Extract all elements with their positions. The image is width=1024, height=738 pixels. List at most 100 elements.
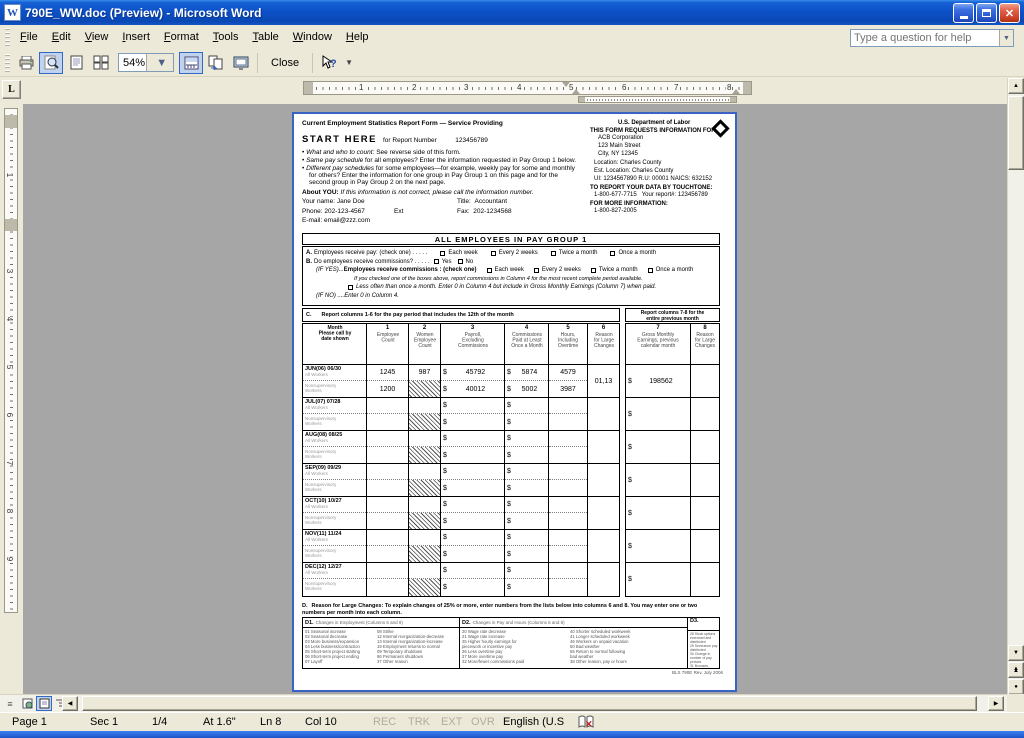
women-count-all: [409, 464, 440, 480]
document-page[interactable]: Current Employment Statistics Report For…: [292, 112, 737, 692]
help-search-box[interactable]: ▼: [850, 29, 1014, 47]
minimize-button[interactable]: [953, 3, 974, 23]
checkbox: [487, 268, 492, 273]
hours-all: [549, 398, 587, 414]
first-line-indent-marker[interactable]: [562, 82, 570, 87]
status-ovr[interactable]: OVR: [471, 716, 495, 728]
menu-item[interactable]: Tools: [206, 28, 246, 46]
multiple-pages-button[interactable]: [89, 52, 113, 74]
menu-item[interactable]: Edit: [45, 28, 78, 46]
status-ext[interactable]: EXT: [441, 716, 462, 728]
table-month-row: JUL(07) 07/28All Workers Nonsupervisory …: [303, 398, 619, 431]
scroll-left-button[interactable]: ◀: [62, 696, 78, 711]
checkbox: [551, 251, 556, 256]
vertical-scrollbar[interactable]: ▲ ▼ ▲▲ ● ▼▼: [1007, 78, 1024, 712]
month-label: JUL(07) 07/28: [303, 398, 366, 405]
menu-item[interactable]: Insert: [115, 28, 157, 46]
context-help-button[interactable]: ?: [317, 52, 341, 74]
report-number: 123456789: [455, 137, 488, 144]
web-layout-view-button[interactable]: [19, 696, 35, 711]
document-workspace: 1 3 4 5 6 7 8 9 Current Employment Stati…: [0, 104, 1007, 694]
women-count-all: [409, 530, 440, 546]
scroll-right-button[interactable]: ▶: [988, 696, 1004, 711]
table-column-ruler[interactable]: [578, 96, 737, 103]
shrink-to-fit-button[interactable]: [204, 52, 228, 74]
print-button[interactable]: [14, 52, 38, 74]
vertical-scroll-thumb[interactable]: [1008, 96, 1024, 170]
c-left-header: C.Report columns 1-6 for the pay period …: [302, 308, 620, 322]
select-browse-object-button[interactable]: ●: [1008, 679, 1024, 695]
tab-stop-selector[interactable]: L: [2, 80, 21, 99]
women-count-all: [409, 497, 440, 513]
status-section: Sec 1: [90, 716, 118, 728]
scrollbar-corner: [1007, 694, 1024, 712]
view-ruler-button[interactable]: [179, 52, 203, 74]
menu-item[interactable]: Window: [286, 28, 339, 46]
menu-item[interactable]: Help: [339, 28, 376, 46]
status-trk[interactable]: TRK: [408, 716, 430, 728]
full-screen-icon: [233, 56, 249, 70]
chevron-down-icon[interactable]: ▼: [999, 30, 1013, 46]
month-label: NOV(11) 11/24: [303, 530, 366, 537]
menu-item[interactable]: File: [13, 28, 45, 46]
section-d: D.Reason for Large Changes: To explain c…: [302, 603, 720, 669]
menu-item[interactable]: Format: [157, 28, 206, 46]
scroll-down-button[interactable]: ▼: [1008, 645, 1024, 661]
spellcheck-book-icon[interactable]: ✕: [578, 715, 594, 729]
previous-page-button[interactable]: ▲▲: [1008, 662, 1024, 678]
reason-code: [588, 497, 619, 530]
title-value: Accountant: [474, 198, 507, 205]
toolbar-separator: [312, 53, 313, 73]
hanging-indent-marker[interactable]: [572, 89, 580, 94]
table-month-row-right: $: [626, 563, 719, 596]
close-window-button[interactable]: ✕: [999, 3, 1020, 23]
one-page-button[interactable]: [64, 52, 88, 74]
full-screen-button[interactable]: [229, 52, 253, 74]
horizontal-scrollbar[interactable]: ≡ ◀ ▶: [0, 694, 1007, 712]
table-month-row-right: $: [626, 398, 719, 431]
horizontal-scroll-thumb[interactable]: [82, 696, 977, 711]
scroll-up-button[interactable]: ▲: [1008, 78, 1024, 94]
checkbox: [434, 259, 439, 264]
phone-row: Phone: 202-123-4567 Ext Fax: 202-1234568: [302, 208, 580, 215]
title-bar[interactable]: W 790E_WW.doc (Preview) - Microsoft Word…: [0, 0, 1024, 25]
zoom-select[interactable]: 54% ▼: [118, 53, 174, 72]
chevron-down-icon[interactable]: ▼: [146, 54, 174, 71]
employee-count-ns: 1200: [367, 381, 408, 397]
hatched-cell: [409, 546, 440, 562]
vertical-ruler[interactable]: 1 3 4 5 6 7 8 9: [4, 108, 18, 613]
hours-ns: [549, 447, 587, 463]
hours-all: 4579: [549, 365, 587, 381]
reason-code: [588, 464, 619, 497]
magnifier-button[interactable]: [39, 52, 63, 74]
horizontal-ruler[interactable]: 1 2 3 4 5 6 7 8: [303, 81, 752, 95]
toolbar-grip[interactable]: [5, 28, 10, 46]
form-revision-note: BLS 790E Rev. July 2006: [672, 670, 723, 675]
about-you-line: About YOU: If this information is not co…: [302, 189, 580, 196]
restore-button[interactable]: [976, 3, 997, 23]
normal-view-button[interactable]: ≡: [2, 696, 18, 711]
employee-count-ns: [367, 546, 408, 562]
touchtone-number: 1-800-677-7715: [594, 192, 637, 198]
print-layout-view-button[interactable]: [36, 696, 52, 711]
menu-item[interactable]: Table: [245, 28, 285, 46]
help-search-input[interactable]: [851, 30, 999, 46]
employee-count-ns: [367, 579, 408, 596]
reason-code: [588, 530, 619, 563]
employment-table-left: Month Please call by date shown 1Employe…: [302, 323, 620, 597]
fax-value: 202-1234568: [473, 208, 511, 215]
menu-item[interactable]: View: [78, 28, 116, 46]
toolbar-grip[interactable]: [5, 54, 10, 72]
status-rec[interactable]: REC: [373, 716, 396, 728]
women-count-all: [409, 563, 440, 579]
hatched-cell: [409, 414, 440, 430]
right-indent-marker[interactable]: [732, 89, 740, 94]
status-column: Col 10: [305, 716, 337, 728]
toolbar-options-chevron[interactable]: ▼: [342, 58, 356, 67]
dol-name: U.S. Department of Labor: [590, 120, 727, 126]
close-preview-button[interactable]: Close: [262, 52, 308, 74]
print-preview-toolbar: 54% ▼ Close ? ▼: [0, 49, 1024, 77]
status-page: Page 1: [12, 716, 47, 728]
month-label: JUN(06) 06/30: [303, 365, 366, 372]
multiple-pages-icon: [93, 55, 109, 70]
